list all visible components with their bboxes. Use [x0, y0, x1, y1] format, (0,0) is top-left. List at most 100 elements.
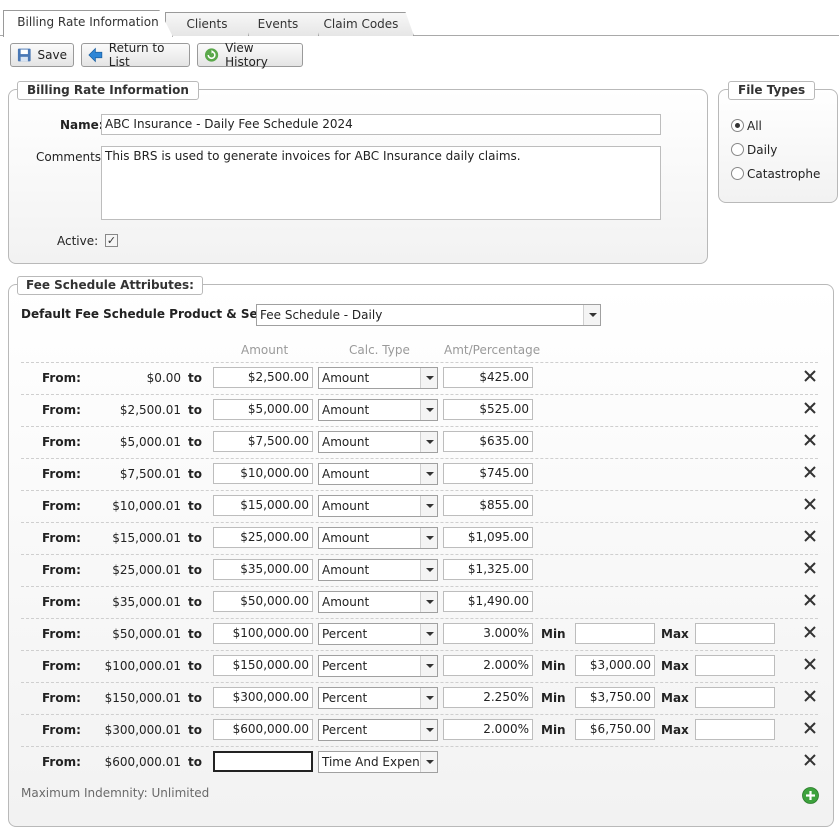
to-amount-field[interactable]: $15,000.00 [213, 495, 313, 516]
to-label: to [188, 499, 202, 513]
to-amount-field[interactable]: $10,000.00 [213, 463, 313, 484]
delete-row-x-icon[interactable] [802, 528, 818, 544]
to-amount-field[interactable]: $100,000.00 [213, 623, 313, 644]
radio-catastrophe[interactable] [731, 167, 744, 180]
delete-row-x-icon[interactable] [802, 496, 818, 512]
calc-type-select[interactable]: Amount [318, 591, 438, 613]
chevron-down-icon [420, 528, 437, 548]
from-value: $600,000.01 [104, 755, 181, 769]
radio-daily[interactable] [731, 143, 744, 156]
to-label: to [188, 595, 202, 609]
delete-row-x-icon[interactable] [802, 400, 818, 416]
tab-events[interactable]: Events [237, 12, 319, 36]
radio-all[interactable] [731, 119, 744, 132]
calc-type-select[interactable]: Amount [318, 463, 438, 485]
to-amount-field[interactable]: $25,000.00 [213, 527, 313, 548]
delete-row-x-icon[interactable] [802, 368, 818, 384]
to-amount-field[interactable]: $150,000.00 [213, 655, 313, 676]
max-field[interactable] [695, 719, 775, 740]
calc-type-select[interactable]: Amount [318, 495, 438, 517]
delete-row-x-icon[interactable] [802, 656, 818, 672]
delete-row-x-icon[interactable] [802, 752, 818, 768]
min-field[interactable]: $3,750.00 [575, 687, 655, 708]
min-field[interactable]: $6,750.00 [575, 719, 655, 740]
save-button[interactable]: Save [10, 43, 74, 67]
to-amount-field[interactable] [213, 751, 313, 772]
chevron-down-icon [420, 560, 437, 580]
calc-type-select[interactable]: Amount [318, 559, 438, 581]
view-history-button[interactable]: View History [197, 41, 303, 69]
amt-percentage-field[interactable]: $855.00 [443, 495, 533, 516]
calc-type-select[interactable]: Amount [318, 527, 438, 549]
delete-row-x-icon[interactable] [802, 432, 818, 448]
from-value: $0.00 [146, 371, 181, 385]
to-amount-field[interactable]: $2,500.00 [213, 367, 313, 388]
calc-type-select[interactable]: Percent [318, 655, 438, 677]
name-field[interactable]: ABC Insurance - Daily Fee Schedule 2024 [101, 114, 661, 135]
from-value: $7,500.01 [119, 467, 181, 481]
min-field[interactable] [575, 623, 655, 644]
active-checkbox[interactable]: ✓ [105, 234, 118, 247]
amt-percentage-field[interactable]: $1,490.00 [443, 591, 533, 612]
comments-field[interactable]: This BRS is used to generate invoices fo… [101, 146, 661, 220]
calc-type-select[interactable]: Percent [318, 719, 438, 741]
to-amount-field[interactable]: $300,000.00 [213, 687, 313, 708]
to-amount-field[interactable]: $50,000.00 [213, 591, 313, 612]
amt-percentage-field[interactable]: $1,095.00 [443, 527, 533, 548]
from-label: From: [42, 403, 81, 417]
fee-schedule-row: From: $600,000.01 to Time And Expense [21, 746, 818, 778]
max-field[interactable] [695, 687, 775, 708]
amt-percentage-field[interactable]: 2.000% [443, 655, 533, 676]
calc-type-select[interactable]: Amount [318, 399, 438, 421]
return-to-list-button[interactable]: Return to List [81, 41, 190, 69]
max-field[interactable] [695, 623, 775, 644]
calc-type-select[interactable]: Amount [318, 431, 438, 453]
amt-percentage-field[interactable]: $1,325.00 [443, 559, 533, 580]
from-value: $5,000.01 [119, 435, 181, 449]
radio-catastrophe-label: Catastrophe [747, 167, 821, 181]
amt-percentage-field[interactable]: $745.00 [443, 463, 533, 484]
tab-claim-codes[interactable]: Claim Codes [308, 12, 414, 36]
delete-row-x-icon[interactable] [802, 560, 818, 576]
fee-schedule-row: From: $10,000.01 to $15,000.00 Amount $855.00 [21, 490, 818, 522]
to-label: to [188, 371, 202, 385]
min-field[interactable]: $3,000.00 [575, 655, 655, 676]
delete-row-x-icon[interactable] [802, 624, 818, 640]
delete-row-x-icon[interactable] [802, 720, 818, 736]
amt-percentage-field[interactable]: 2.000% [443, 719, 533, 740]
to-label: to [188, 563, 202, 577]
max-label: Max [661, 723, 689, 737]
max-field[interactable] [695, 655, 775, 676]
to-label: to [188, 403, 202, 417]
to-amount-field[interactable]: $5,000.00 [213, 399, 313, 420]
calc-type-select[interactable]: Time And Expense [318, 751, 438, 773]
fee-schedule-row: From: $7,500.01 to $10,000.00 Amount $745.00 [21, 458, 818, 490]
amt-percentage-field[interactable]: $525.00 [443, 399, 533, 420]
to-label: to [188, 691, 202, 705]
to-label: to [188, 755, 202, 769]
fee-schedule-row: From: $25,000.01 to $35,000.00 Amount $1,325.… [21, 554, 818, 586]
max-label: Max [661, 659, 689, 673]
chevron-down-icon [420, 752, 437, 772]
calc-type-select[interactable]: Percent [318, 623, 438, 645]
tab-clients[interactable]: Clients [165, 12, 249, 36]
to-label: to [188, 467, 202, 481]
floppy-disk-icon [17, 48, 31, 62]
amt-percentage-field[interactable]: $635.00 [443, 431, 533, 452]
add-row-plus-icon[interactable] [802, 787, 819, 804]
calc-type-select[interactable]: Percent [318, 687, 438, 709]
default-fee-schedule-select[interactable]: Fee Schedule - Daily [256, 304, 601, 326]
to-amount-field[interactable]: $600,000.00 [213, 719, 313, 740]
tab-billing-rate-information[interactable]: Billing Rate Information [3, 10, 173, 37]
calc-type-select[interactable]: Amount [318, 367, 438, 389]
amt-percentage-field[interactable]: 3.000% [443, 623, 533, 644]
to-amount-field[interactable]: $7,500.00 [213, 431, 313, 452]
delete-row-x-icon[interactable] [802, 688, 818, 704]
to-amount-field[interactable]: $35,000.00 [213, 559, 313, 580]
delete-row-x-icon[interactable] [802, 464, 818, 480]
delete-row-x-icon[interactable] [802, 592, 818, 608]
fee-schedule-row: From: $2,500.01 to $5,000.00 Amount $525.00 [21, 394, 818, 426]
amt-percentage-field[interactable]: 2.250% [443, 687, 533, 708]
min-label: Min [541, 627, 566, 641]
amt-percentage-field[interactable]: $425.00 [443, 367, 533, 388]
